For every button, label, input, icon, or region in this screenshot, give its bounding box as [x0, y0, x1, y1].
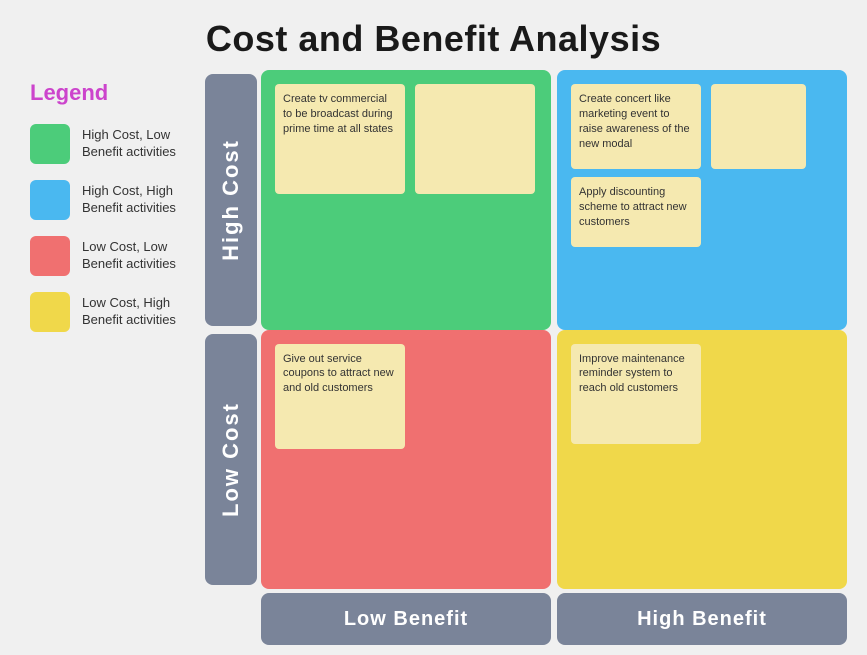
high-benefit-label: High Benefit: [557, 593, 847, 645]
legend-color-blue: [30, 180, 70, 220]
legend-item-low-cost-low-benefit: Low Cost, Low Benefit activities: [30, 236, 195, 276]
legend-color-red: [30, 236, 70, 276]
low-cost-text: Low Cost: [218, 402, 244, 517]
note-concert: Create concert like marketing event to r…: [571, 84, 701, 169]
legend-label-red: Low Cost, Low Benefit activities: [82, 239, 195, 273]
note-tv-commercial: Create tv commercial to be broadcast dur…: [275, 84, 405, 194]
note-blue-blank: [711, 84, 806, 169]
high-cost-cells: Create tv commercial to be broadcast dur…: [261, 70, 847, 330]
high-cost-label: High Cost: [205, 74, 257, 326]
low-cost-cells: Give out service coupons to attract new …: [261, 330, 847, 590]
low-cost-row: Low Cost Give out service coupons to att…: [205, 330, 847, 590]
low-cost-label: Low Cost: [205, 334, 257, 586]
high-cost-row: High Cost Create tv commercial to be bro…: [205, 70, 847, 330]
matrix-area: High Cost Create tv commercial to be bro…: [205, 70, 847, 645]
legend-label-green: High Cost, Low Benefit activities: [82, 127, 195, 161]
legend: Legend High Cost, Low Benefit activities…: [20, 70, 205, 645]
note-maintenance: Improve maintenance reminder system to r…: [571, 344, 701, 444]
cell-high-cost-high-benefit: Create concert like marketing event to r…: [557, 70, 847, 330]
page-title: Cost and Benefit Analysis: [0, 0, 867, 70]
note-discounting: Apply discounting scheme to attract new …: [571, 177, 701, 247]
benefit-labels: Low Benefit High Benefit: [261, 593, 847, 645]
benefit-spacer: [205, 593, 257, 645]
note-green-blank: [415, 84, 535, 194]
high-cost-text: High Cost: [218, 139, 244, 261]
legend-color-yellow: [30, 292, 70, 332]
main-layout: Legend High Cost, Low Benefit activities…: [0, 70, 867, 645]
cell-high-cost-low-benefit: Create tv commercial to be broadcast dur…: [261, 70, 551, 330]
cell-low-cost-high-benefit: Improve maintenance reminder system to r…: [557, 330, 847, 590]
low-benefit-label: Low Benefit: [261, 593, 551, 645]
benefit-labels-row: Low Benefit High Benefit: [205, 593, 847, 645]
legend-label-yellow: Low Cost, High Benefit activities: [82, 295, 195, 329]
legend-label-blue: High Cost, High Benefit activities: [82, 183, 195, 217]
legend-item-low-cost-high-benefit: Low Cost, High Benefit activities: [30, 292, 195, 332]
legend-color-green: [30, 124, 70, 164]
legend-item-high-cost-low-benefit: High Cost, Low Benefit activities: [30, 124, 195, 164]
cell-low-cost-low-benefit: Give out service coupons to attract new …: [261, 330, 551, 590]
legend-item-high-cost-high-benefit: High Cost, High Benefit activities: [30, 180, 195, 220]
legend-title: Legend: [30, 80, 195, 106]
note-coupons: Give out service coupons to attract new …: [275, 344, 405, 449]
